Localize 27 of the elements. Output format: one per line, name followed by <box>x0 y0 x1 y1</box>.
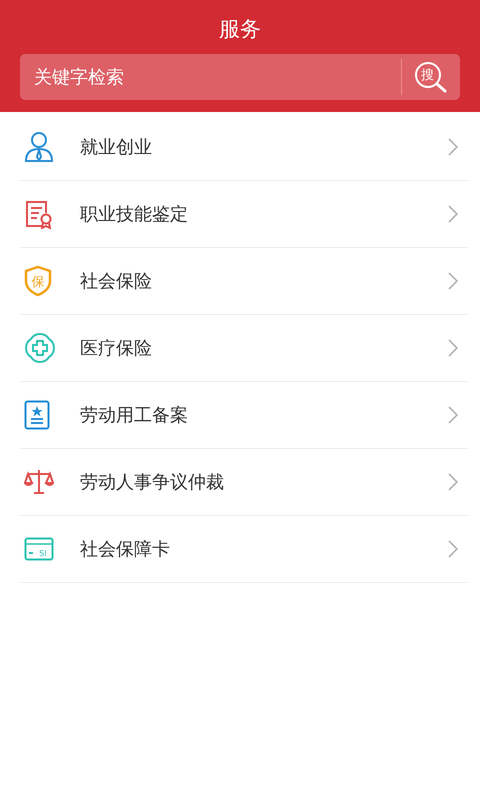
chevron-right-icon <box>448 406 458 424</box>
service-label: 社会保障卡 <box>80 538 171 561</box>
service-label: 医疗保险 <box>80 337 153 360</box>
chevron-right-icon <box>448 205 458 223</box>
service-item[interactable]: 职业技能鉴定 <box>20 181 468 248</box>
service-item[interactable]: 保 社会保险 <box>20 248 468 315</box>
service-item[interactable]: SI 社会保障卡 <box>20 516 468 583</box>
service-item[interactable]: 医疗保险 <box>20 315 468 382</box>
service-label: 社会保险 <box>80 270 153 293</box>
service-item[interactable]: 劳动人事争议仲裁 <box>20 449 468 516</box>
chevron-right-icon <box>448 540 458 558</box>
search-button[interactable]: 搜 <box>402 54 460 100</box>
service-label: 劳动用工备案 <box>80 404 189 427</box>
card-icon: SI <box>24 537 54 561</box>
service-item[interactable]: 劳动用工备案 <box>20 382 468 449</box>
service-label: 就业创业 <box>80 136 153 159</box>
page-title: 服务 <box>219 16 261 43</box>
chevron-right-icon <box>448 473 458 491</box>
service-label: 职业技能鉴定 <box>80 203 189 226</box>
search-field[interactable]: 关键字检索 搜 <box>20 54 460 100</box>
search-icon <box>414 61 448 93</box>
service-item[interactable]: 就业创业 <box>20 114 468 181</box>
shield-icon: 保 <box>24 265 52 297</box>
service-label: 劳动人事争议仲裁 <box>80 471 225 494</box>
chevron-right-icon <box>448 339 458 357</box>
chevron-right-icon <box>448 138 458 156</box>
chevron-right-icon <box>448 272 458 290</box>
